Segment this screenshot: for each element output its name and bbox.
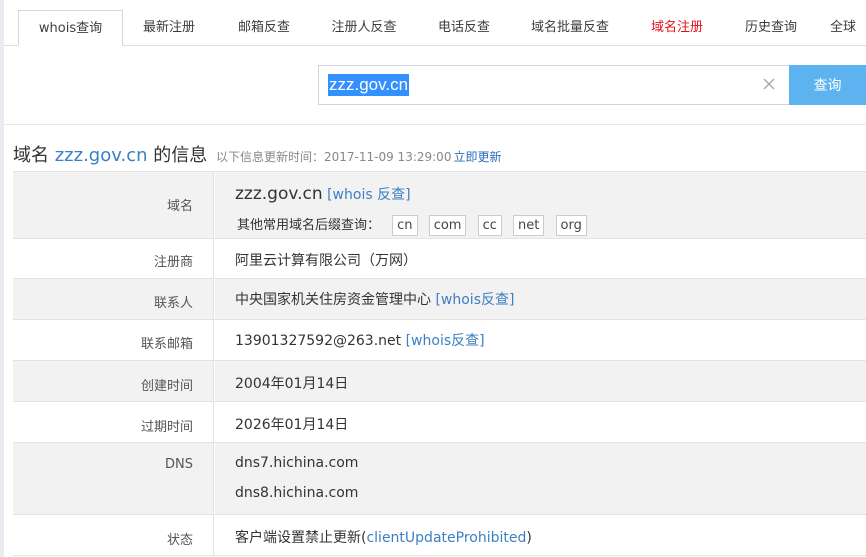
divider — [4, 124, 866, 125]
search-button[interactable]: 查询 — [789, 65, 866, 105]
dns-server-2: dns8.hichina.com — [235, 485, 359, 501]
table-row-contact: 联系人 中央国家机关住房资金管理中心 [whois反查] — [13, 279, 866, 320]
tab-global[interactable]: 全球 — [830, 10, 866, 45]
whois-info-table: 域名 zzz.gov.cn [whois 反查] 其他常用域名后缀查询： cn … — [13, 171, 866, 556]
row-label: 过期时间 — [13, 402, 214, 442]
row-label: 联系邮箱 — [13, 320, 214, 360]
table-row-expires: 过期时间 2026年01月14日 — [13, 402, 866, 443]
email-value: 13901327592@263.net — [235, 333, 402, 349]
domain-value: zzz.gov.cn — [235, 184, 323, 204]
suffix-prompt: 其他常用域名后缀查询： — [237, 218, 381, 233]
tab-domain-registration[interactable]: 域名注册 — [632, 10, 722, 45]
tab-registrant-reverse[interactable]: 注册人反查 — [314, 10, 414, 45]
row-value: zzz.gov.cn [whois 反查] 其他常用域名后缀查询： cn com… — [215, 172, 866, 238]
row-value: 中央国家机关住房资金管理中心 [whois反查] — [215, 279, 866, 319]
registrar-value: 阿里云计算有限公司（万网） — [235, 253, 417, 269]
row-label: 状态 — [13, 515, 214, 555]
window-frame-left — [0, 0, 4, 557]
suffix-com-button[interactable]: com — [428, 215, 467, 236]
tab-bar: whois查询 最新注册 邮箱反查 注册人反查 电话反查 域名批量反查 域名注册… — [4, 0, 866, 46]
search-input-selected-text: zzz.gov.cn — [328, 74, 410, 96]
expires-value: 2026年01月14日 — [235, 417, 349, 433]
row-label: 创建时间 — [13, 361, 214, 401]
tab-email-reverse[interactable]: 邮箱反查 — [219, 10, 309, 45]
status-code-link[interactable]: clientUpdateProhibited — [366, 530, 526, 546]
title-prefix: 域名 — [13, 145, 49, 166]
row-value: dns7.hichina.com dns8.hichina.com — [215, 443, 866, 514]
suffix-org-button[interactable]: org — [555, 215, 587, 236]
row-value: 客户端设置禁止更新(clientUpdateProhibited) — [215, 515, 866, 555]
dns-server-1: dns7.hichina.com — [235, 455, 359, 471]
row-value: 阿里云计算有限公司（万网） — [215, 239, 866, 278]
refresh-link[interactable]: 立即更新 — [453, 150, 501, 164]
whois-reverse-link[interactable]: [whois 反查] — [327, 187, 410, 203]
whois-reverse-link[interactable]: [whois反查] — [406, 333, 485, 349]
table-row-email: 联系邮箱 13901327592@263.net [whois反查] — [13, 320, 866, 361]
title-domain: zzz.gov.cn — [54, 145, 148, 166]
search-box: zzz.gov.cn — [318, 65, 790, 105]
tab-history-query[interactable]: 历史查询 — [726, 10, 816, 45]
status-value: 客户端设置禁止更新( — [235, 530, 367, 546]
tab-bulk-reverse[interactable]: 域名批量反查 — [516, 10, 624, 45]
title-suffix: 的信息 — [153, 145, 208, 166]
row-value: 2004年01月14日 — [215, 361, 866, 401]
suffix-net-button[interactable]: net — [513, 215, 545, 236]
table-row-registrar: 注册商 阿里云计算有限公司（万网） — [13, 239, 866, 279]
row-value: 13901327592@263.net [whois反查] — [215, 320, 866, 360]
created-value: 2004年01月14日 — [235, 376, 349, 392]
tab-phone-reverse[interactable]: 电话反查 — [419, 10, 509, 45]
suffix-cn-button[interactable]: cn — [392, 215, 418, 236]
table-row-domain: 域名 zzz.gov.cn [whois 反查] 其他常用域名后缀查询： cn … — [13, 172, 866, 239]
table-row-created: 创建时间 2004年01月14日 — [13, 361, 866, 402]
tab-whois-query[interactable]: whois查询 — [18, 10, 123, 46]
page-title: 域名 zzz.gov.cn 的信息 以下信息更新时间：2017-11-09 13… — [13, 141, 501, 167]
suffix-cc-button[interactable]: cc — [477, 215, 502, 236]
row-label: 联系人 — [13, 279, 214, 319]
table-row-status: 状态 客户端设置禁止更新(clientUpdateProhibited) — [13, 515, 866, 556]
row-value: 2026年01月14日 — [215, 402, 866, 442]
clear-icon[interactable] — [761, 76, 777, 92]
row-label: 注册商 — [13, 239, 214, 278]
row-label: 域名 — [13, 172, 214, 238]
row-label: DNS — [13, 443, 214, 514]
tab-latest-registration[interactable]: 最新注册 — [124, 10, 214, 45]
whois-reverse-link[interactable]: [whois反查] — [435, 292, 514, 308]
contact-value: 中央国家机关住房资金管理中心 — [235, 292, 431, 308]
update-time: 以下信息更新时间：2017-11-09 13:29:00 — [216, 150, 452, 164]
table-row-dns: DNS dns7.hichina.com dns8.hichina.com — [13, 443, 866, 515]
status-value-end: ) — [526, 530, 532, 546]
